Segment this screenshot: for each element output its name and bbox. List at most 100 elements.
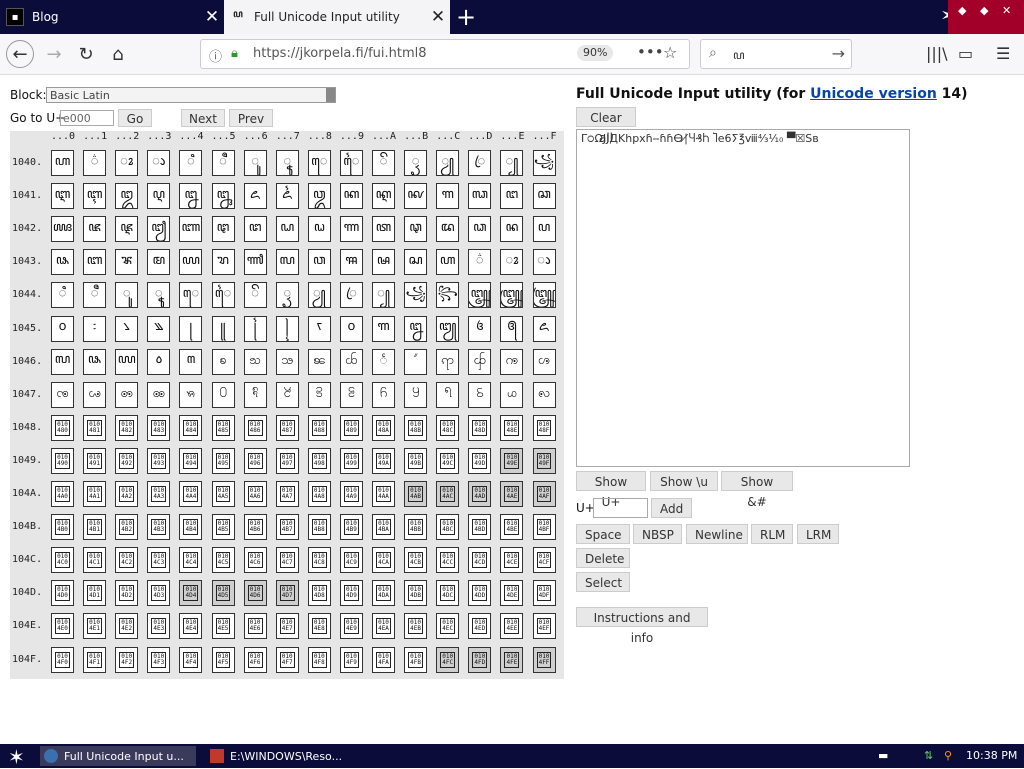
char-cell[interactable]: ꧙ <box>115 348 139 375</box>
char-cell[interactable]: ꦰ <box>372 249 395 276</box>
char-cell[interactable]: ꧅ <box>532 282 556 309</box>
char-cell[interactable]: ꦶ <box>179 150 203 176</box>
input-textarea[interactable]: ᒥ੦ΩJJДKhpxɦⵧɦɦⴱ∤Ⴗ₰Ⴙ Ⴈe6ⵢ℥ⅷ⁴⁄₃¹⁄₁₀ ▀☒Sв <box>576 129 910 467</box>
char-cell[interactable]: 010 493 <box>147 447 171 474</box>
char-cell[interactable]: 010 4AA <box>372 481 395 507</box>
char-cell[interactable]: 010 4DB <box>404 580 428 607</box>
char-cell[interactable]: ꦆ <box>51 183 74 210</box>
char-cell[interactable]: ꧟ <box>179 348 203 375</box>
char-cell[interactable]: 010 4E7 <box>275 613 299 640</box>
char-cell[interactable]: ꦿ <box>339 282 363 309</box>
char-cell[interactable]: ꧡ <box>243 348 267 375</box>
char-cell[interactable]: ꦺ <box>307 150 331 176</box>
char-cell[interactable]: 010 4E3 <box>147 613 171 640</box>
char-cell[interactable]: ꧒ <box>404 315 428 342</box>
info-icon[interactable]: ⓘ <box>209 46 222 65</box>
char-cell[interactable]: 010 484 <box>179 414 203 441</box>
home-button[interactable]: ⌂ <box>104 40 132 68</box>
char-cell[interactable]: 010 4E2 <box>115 613 139 640</box>
close-window-icon[interactable]: ✕ <box>1002 4 1011 17</box>
char-cell[interactable]: ꦛ <box>211 216 235 243</box>
char-cell[interactable]: ꦵ <box>147 150 171 176</box>
char-cell[interactable]: 010 49B <box>404 447 428 474</box>
char-cell[interactable]: ꧹ <box>500 381 524 408</box>
char-cell[interactable]: ꦨ <box>115 249 139 276</box>
char-cell[interactable]: 010 4FC <box>436 646 460 673</box>
char-cell[interactable]: 010 481 <box>83 414 107 441</box>
char-cell[interactable]: ꦥ <box>532 216 556 243</box>
add-button[interactable]: Add <box>651 498 692 518</box>
char-cell[interactable]: 010 4B3 <box>147 514 171 541</box>
char-cell[interactable]: 010 4AE <box>500 481 524 507</box>
char-cell[interactable]: 010 4AF <box>532 481 556 507</box>
char-cell[interactable]: 010 4BD <box>468 514 492 541</box>
char-cell[interactable]: 010 4FE <box>500 646 524 673</box>
lrm-button[interactable]: LRM <box>797 524 839 544</box>
char-cell[interactable]: ꦣ <box>468 216 492 243</box>
reload-button[interactable]: ↻ <box>72 40 100 68</box>
char-cell[interactable]: ꧵ <box>372 381 395 408</box>
char-cell[interactable]: ꧘ <box>83 348 107 375</box>
rlm-button[interactable]: RLM <box>751 524 793 544</box>
unicode-version-link[interactable]: Unicode version <box>810 86 937 102</box>
char-cell[interactable]: ꦢ <box>436 216 460 243</box>
char-cell[interactable]: 010 495 <box>211 447 235 474</box>
block-select-scroll[interactable] <box>326 88 335 102</box>
char-cell[interactable]: 010 4F2 <box>115 646 139 673</box>
char-cell[interactable]: 010 4A1 <box>83 481 107 507</box>
char-cell[interactable]: 010 4F5 <box>211 646 235 673</box>
char-cell[interactable]: 010 4A4 <box>179 481 203 507</box>
char-cell[interactable]: ꧷ <box>436 381 460 408</box>
char-cell[interactable]: ꧏ <box>307 315 331 342</box>
char-cell[interactable]: 010 4A0 <box>51 481 74 507</box>
char-cell[interactable]: ꦜ <box>243 216 267 243</box>
char-cell[interactable]: 010 48F <box>532 414 556 441</box>
char-cell[interactable]: 010 4C9 <box>339 547 363 574</box>
zoom-badge[interactable]: 90% <box>577 45 614 61</box>
char-cell[interactable]: 010 4AB <box>404 481 428 507</box>
char-cell[interactable]: 010 4D9 <box>339 580 363 607</box>
go-button[interactable]: Go <box>118 109 152 127</box>
char-cell[interactable]: 010 4D0 <box>51 580 74 607</box>
char-cell[interactable]: 010 4AD <box>468 481 492 507</box>
char-cell[interactable]: ꦠ <box>372 216 395 243</box>
char-cell[interactable]: ꦼ <box>243 282 267 309</box>
char-cell[interactable]: 010 4BE <box>500 514 524 541</box>
char-cell[interactable]: 010 4B5 <box>211 514 235 541</box>
char-cell[interactable]: 010 492 <box>115 447 139 474</box>
char-cell[interactable]: 010 49A <box>372 447 395 474</box>
char-cell[interactable]: 010 4DF <box>532 580 556 607</box>
char-cell[interactable]: ꦽ <box>404 150 428 176</box>
char-cell[interactable]: ꦝ <box>275 216 299 243</box>
url-bar[interactable]: ⓘ 🔒︎ https://jkorpela.fi/fui.html8 90% •… <box>200 39 690 69</box>
char-cell[interactable]: ꧧ <box>436 348 460 375</box>
char-cell[interactable]: 010 482 <box>115 414 139 441</box>
char-cell[interactable]: 010 4EB <box>404 613 428 640</box>
char-cell[interactable]: ꦿ <box>468 150 492 176</box>
char-cell[interactable]: ꧳ <box>307 381 331 408</box>
forward-button[interactable]: → <box>40 40 68 68</box>
char-cell[interactable]: 010 49C <box>436 447 460 474</box>
char-cell[interactable]: 010 4A8 <box>307 481 331 507</box>
char-cell[interactable]: ꦹ <box>275 150 299 176</box>
show-amp-button[interactable]: Show &# <box>721 471 793 509</box>
char-cell[interactable]: 010 4A6 <box>243 481 267 507</box>
char-cell[interactable]: ꧺ <box>532 381 556 408</box>
char-cell[interactable]: ꦺ <box>179 282 203 309</box>
char-cell[interactable]: 010 4B2 <box>115 514 139 541</box>
char-cell[interactable]: 010 4EA <box>372 613 395 640</box>
char-cell[interactable]: ꦶ <box>51 282 74 309</box>
char-cell[interactable]: ꧞ <box>147 348 171 375</box>
close-tab-icon[interactable]: ✕ <box>200 7 224 27</box>
menu-icon[interactable]: ☰ <box>996 44 1010 63</box>
char-cell[interactable]: ꦩ <box>147 249 171 276</box>
search-tray-icon[interactable]: ⚲ <box>944 749 952 762</box>
char-cell[interactable]: 010 48D <box>468 414 492 441</box>
char-cell[interactable]: 010 4A5 <box>211 481 235 507</box>
char-cell[interactable]: 010 4CD <box>468 547 492 574</box>
char-cell[interactable]: ꧴ <box>339 381 363 408</box>
char-cell[interactable]: ꦙ <box>147 216 171 243</box>
char-cell[interactable]: 010 488 <box>307 414 331 441</box>
char-cell[interactable]: 010 4FF <box>532 646 556 673</box>
char-cell[interactable]: ꧑ <box>372 315 395 342</box>
